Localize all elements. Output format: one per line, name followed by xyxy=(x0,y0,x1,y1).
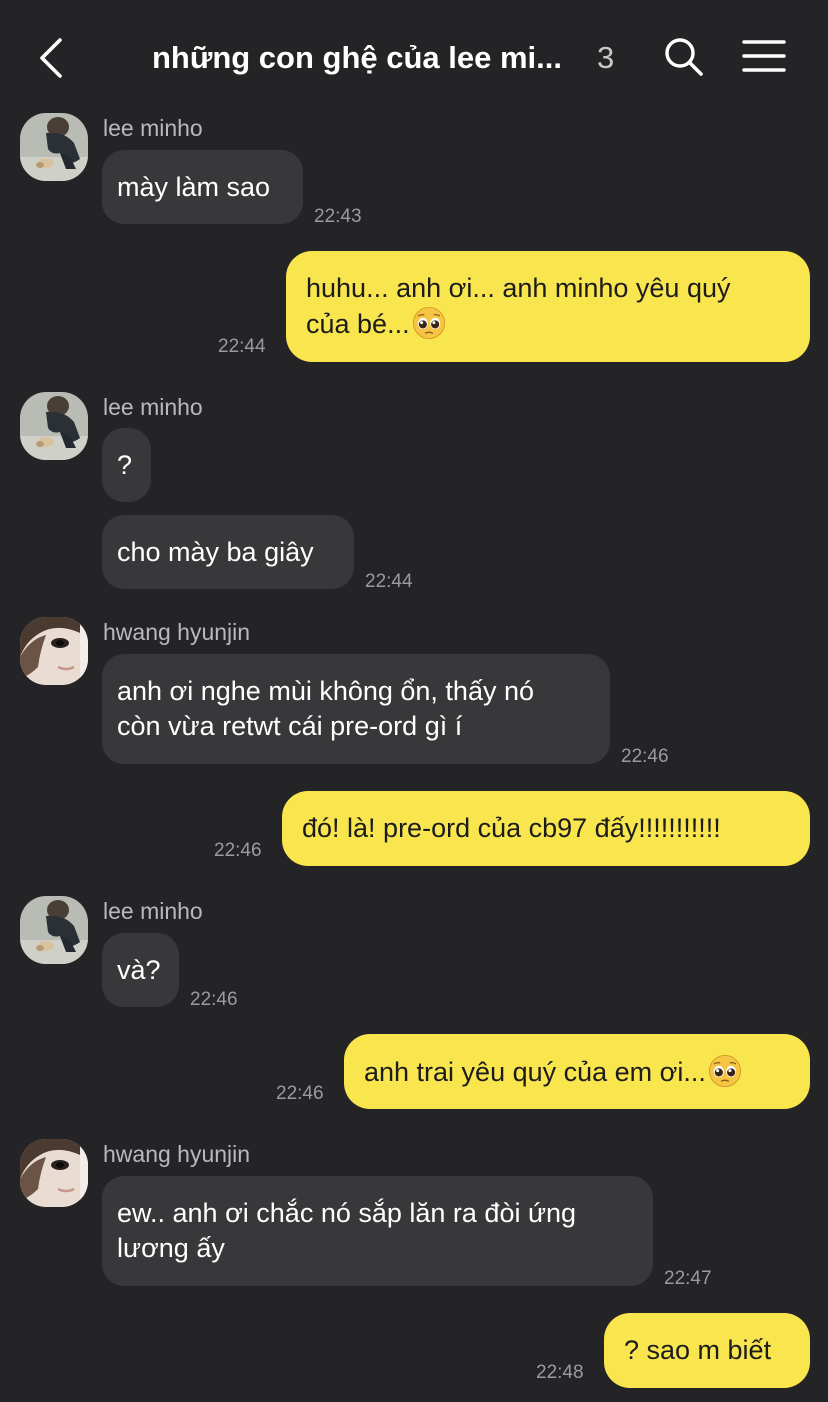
message-time: 22:46 xyxy=(190,989,238,1010)
message-text: ? sao m biết xyxy=(624,1335,772,1365)
outgoing-message-bubble[interactable]: đó! là! pre-ord của cb97 đấy!!!!!!!!!!! xyxy=(282,791,810,866)
sender-name: lee minho xyxy=(103,115,203,141)
outgoing-message-bubble[interactable]: huhu... anh ơi... anh minho yêu quý của … xyxy=(286,251,810,362)
message-text: anh ơi nghe mùi không ổn, thấy nó còn vừ… xyxy=(117,676,534,741)
message-time: 22:47 xyxy=(664,1268,712,1289)
sender-name: lee minho xyxy=(103,898,203,924)
avatar-hwang-hyunjin[interactable] xyxy=(20,617,88,685)
pleading-face-icon xyxy=(412,306,446,340)
chat-header: những con ghệ của lee mi... 3 xyxy=(0,0,828,112)
search-icon xyxy=(665,38,703,76)
message-text: cho mày ba giây xyxy=(117,536,314,567)
message-text: ? xyxy=(117,449,133,480)
outgoing-message-bubble[interactable]: anh trai yêu quý của em ơi... xyxy=(344,1034,810,1109)
avatar-lee-minho[interactable] xyxy=(20,896,88,964)
outgoing-message-bubble[interactable]: ? sao m biết xyxy=(604,1313,810,1388)
incoming-message-bubble[interactable]: cho mày ba giây xyxy=(102,515,354,589)
message-time: 22:48 xyxy=(536,1362,584,1383)
avatar-lee-minho[interactable] xyxy=(20,113,88,181)
incoming-message-bubble[interactable]: mày làm sao xyxy=(102,150,303,224)
message-text: và? xyxy=(117,954,161,985)
message-text: ew.. anh ơi chắc nó sắp lăn ra đòi ứng l… xyxy=(117,1198,577,1263)
incoming-message-bubble[interactable]: anh ơi nghe mùi không ổn, thấy nó còn vừ… xyxy=(102,654,610,764)
incoming-message-bubble[interactable]: ew.. anh ơi chắc nó sắp lăn ra đòi ứng l… xyxy=(102,1176,653,1286)
message-time: 22:46 xyxy=(276,1083,324,1104)
sender-name: lee minho xyxy=(103,394,203,420)
hamburger-menu-icon xyxy=(742,40,786,72)
sender-name: hwang hyunjin xyxy=(103,619,251,645)
avatar-hwang-hyunjin[interactable] xyxy=(20,1139,88,1207)
message-time: 22:44 xyxy=(365,571,413,592)
incoming-message-bubble[interactable]: ? xyxy=(102,428,151,502)
menu-button[interactable] xyxy=(740,36,788,76)
back-button[interactable] xyxy=(30,32,74,84)
message-text: đó! là! pre-ord của cb97 đấy!!!!!!!!!!! xyxy=(302,813,721,843)
chevron-left-icon xyxy=(40,38,62,78)
chat-title[interactable]: những con ghệ của lee mi... xyxy=(152,36,622,80)
incoming-message-bubble[interactable]: và? xyxy=(102,933,179,1007)
message-time: 22:44 xyxy=(218,336,266,357)
avatar-lee-minho[interactable] xyxy=(20,392,88,460)
search-button[interactable] xyxy=(662,35,706,79)
message-time: 22:46 xyxy=(214,840,262,861)
sender-name: hwang hyunjin xyxy=(103,1141,251,1167)
message-time: 22:46 xyxy=(621,746,669,767)
message-time: 22:43 xyxy=(314,206,362,227)
pleading-face-icon xyxy=(708,1054,742,1088)
message-text: mày làm sao xyxy=(117,171,271,202)
message-text: anh trai yêu quý của em ơi... xyxy=(364,1056,706,1087)
member-count: 3 xyxy=(597,40,615,75)
message-text: huhu... anh ơi... anh minho yêu quý của … xyxy=(306,273,731,339)
